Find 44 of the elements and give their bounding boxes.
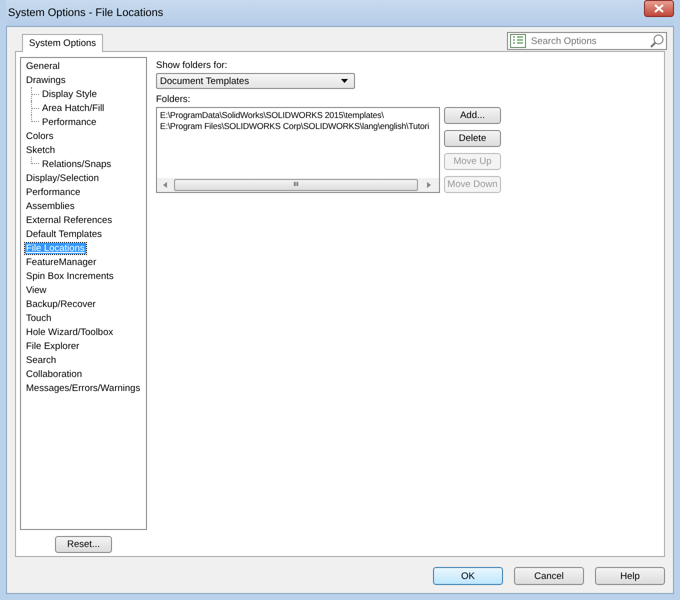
tree-item[interactable]: Area Hatch/Fill	[41, 102, 106, 114]
tree-item[interactable]: Performance	[25, 186, 82, 198]
tree-item[interactable]: Assemblies	[25, 200, 76, 212]
tree-item[interactable]: Drawings	[25, 74, 67, 86]
tree-item[interactable]: External References	[25, 214, 114, 226]
scroll-right-icon	[425, 181, 433, 189]
tree-item[interactable]: Relations/Snaps	[41, 158, 112, 170]
scroll-left-icon	[161, 181, 169, 189]
tree-item[interactable]: File Explorer	[25, 340, 80, 352]
tree-item[interactable]: Search	[25, 354, 58, 366]
close-icon	[654, 4, 664, 12]
caret-icon	[341, 79, 348, 83]
window-title: System Options - File Locations	[7, 7, 164, 19]
tree-item[interactable]: FeatureManager	[25, 256, 98, 268]
folder-path[interactable]: E:\ProgramData\SolidWorks\SOLIDWORKS 2015\templates\	[160, 110, 436, 121]
tree-item[interactable]: Display Style	[41, 88, 98, 100]
close-button[interactable]	[644, 0, 674, 16]
reset-button[interactable]: Reset...	[55, 536, 112, 553]
search-icon	[650, 34, 664, 48]
dialog-button[interactable]: Cancel	[514, 567, 584, 585]
tree-item[interactable]: General	[25, 60, 61, 72]
folder-path[interactable]: E:\Program Files\SOLIDWORKS Corp\SOLIDWORKS\lang\english\Tutori	[160, 121, 436, 132]
tree-item[interactable]: Sketch	[25, 144, 56, 156]
tree-item[interactable]: Colors	[25, 130, 54, 142]
show-folders-label: Show folders for:	[156, 60, 228, 71]
tree-item[interactable]: Messages/Errors/Warnings	[25, 382, 142, 394]
folder-type-dropdown[interactable]: Document Templates	[156, 73, 355, 89]
tab[interactable]: System Options	[22, 34, 104, 52]
folders-label: Folders:	[156, 94, 192, 105]
list-icon	[510, 34, 526, 48]
tree-item[interactable]: Hole Wizard/Toolbox	[25, 326, 114, 338]
folder-action-button[interactable]: Delete	[444, 130, 501, 147]
tree-item[interactable]: Collaboration	[25, 368, 83, 380]
tree-item[interactable]: Performance	[41, 116, 98, 128]
tree-item[interactable]: Default Templates	[25, 228, 103, 240]
search-field[interactable]: Search Options	[507, 32, 667, 50]
folder-action-button[interactable]: Add...	[444, 107, 501, 124]
tree-item[interactable]: Touch	[25, 312, 52, 324]
dialog-button[interactable]: OK	[433, 567, 503, 585]
tree-item[interactable]: Spin Box Increments	[25, 270, 115, 282]
dialog-button[interactable]: Help	[595, 567, 665, 585]
tree-item[interactable]: Backup/Recover	[25, 298, 97, 310]
tree-item[interactable]: Display/Selection	[25, 172, 100, 184]
tree-item[interactable]: View	[25, 284, 48, 296]
